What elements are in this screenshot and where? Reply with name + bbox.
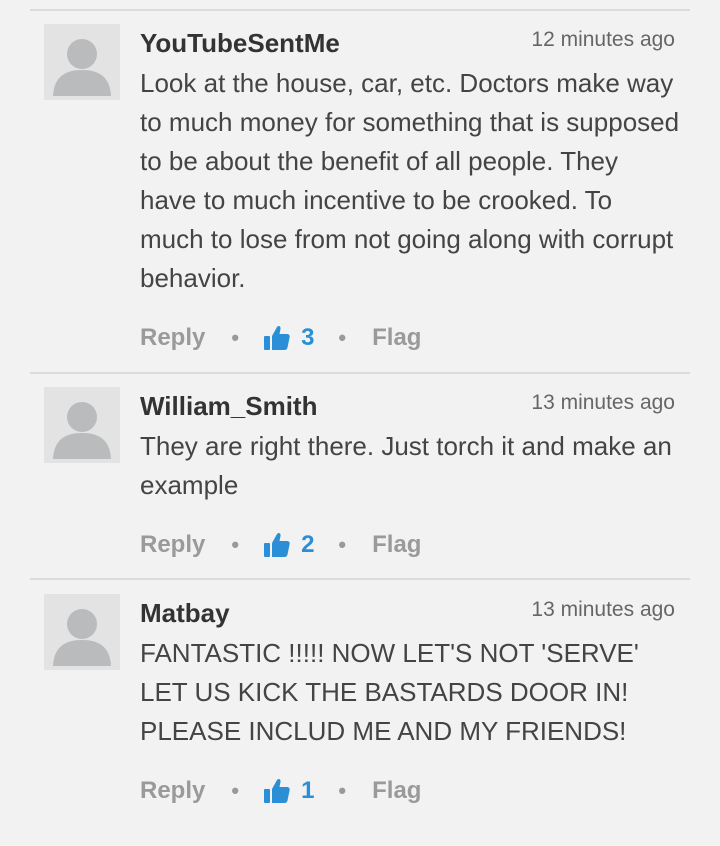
user-silhouette-icon [53, 39, 111, 96]
like-button[interactable]: 2 [263, 531, 314, 559]
like-button[interactable]: 1 [263, 777, 314, 805]
comment-timestamp[interactable]: 13 minutes ago [531, 391, 675, 415]
comment-author[interactable]: YouTubeSentMe [140, 28, 340, 59]
comment-text: FANTASTIC !!!!! NOW LET'S NOT 'SERVE' LE… [140, 638, 639, 746]
like-count: 2 [301, 531, 315, 558]
comment-divider [30, 372, 690, 374]
flag-button[interactable]: Flag [372, 324, 421, 352]
like-count: 1 [301, 777, 315, 804]
like-button[interactable]: 3 [263, 324, 314, 352]
comment-divider [30, 578, 690, 580]
comment-timestamp[interactable]: 13 minutes ago [531, 598, 675, 622]
user-silhouette-icon [53, 609, 111, 666]
flag-button[interactable]: Flag [372, 531, 421, 559]
thumbs-up-icon [264, 325, 290, 350]
comment-timestamp[interactable]: 12 minutes ago [531, 28, 675, 52]
thumbs-up-icon [264, 532, 290, 557]
comment-author[interactable]: Matbay [140, 598, 230, 629]
comment-actions: Reply • 2 • Flag [140, 527, 421, 563]
separator-dot: • [231, 325, 240, 350]
avatar[interactable] [44, 387, 120, 463]
separator-dot: • [231, 778, 240, 803]
separator-dot: • [231, 532, 240, 557]
reply-button[interactable]: Reply [140, 777, 205, 805]
thumbs-up-icon [264, 778, 290, 803]
avatar[interactable] [44, 594, 120, 670]
avatar[interactable] [44, 24, 120, 100]
like-count: 3 [301, 324, 315, 351]
comment-actions: Reply • 3 • Flag [140, 320, 421, 356]
separator-dot: • [338, 532, 347, 557]
user-silhouette-icon [53, 402, 111, 459]
reply-button[interactable]: Reply [140, 531, 205, 559]
comment-text: They are right there. Just torch it and … [140, 431, 672, 500]
comment-actions: Reply • 1 • Flag [140, 773, 421, 809]
reply-button[interactable]: Reply [140, 324, 205, 352]
comment-author[interactable]: William_Smith [140, 391, 317, 422]
comment-divider [30, 9, 690, 11]
comment-text: Look at the house, car, etc. Doctors mak… [140, 68, 680, 293]
flag-button[interactable]: Flag [372, 777, 421, 805]
separator-dot: • [338, 325, 347, 350]
separator-dot: • [338, 778, 347, 803]
